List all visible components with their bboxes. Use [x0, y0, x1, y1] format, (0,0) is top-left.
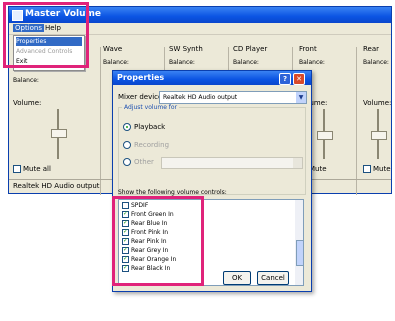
radio-playback[interactable]: Playback — [123, 123, 165, 131]
chevron-down-icon[interactable]: ▼ — [296, 92, 306, 103]
master-volume-label: Volume: — [13, 99, 42, 107]
balance-label-rear: Balance: — [363, 59, 389, 66]
adjust-volume-label: Adjust volume for — [122, 104, 180, 111]
radio-recording[interactable]: Recording — [123, 141, 169, 149]
checkbox-icon — [363, 165, 371, 173]
rear-volume-label: Volume: — [363, 99, 392, 107]
radio-other-label: Other — [134, 158, 154, 166]
list-scrollbar[interactable] — [295, 200, 303, 285]
rear-mute-checkbox[interactable]: Mute — [363, 165, 391, 173]
rear-mute-label: Mute — [373, 165, 391, 173]
highlight-controls-list — [112, 196, 204, 286]
cancel-button[interactable]: Cancel — [257, 271, 289, 285]
chevron-down-icon — [293, 158, 302, 168]
adjust-volume-group — [118, 107, 306, 195]
mute-all-checkbox[interactable]: Mute all — [13, 165, 51, 173]
column-sw-synth: SW Synth — [169, 45, 203, 53]
master-volume-thumb[interactable] — [51, 129, 67, 138]
column-front: Front — [299, 45, 317, 53]
front-volume-thumb[interactable] — [317, 131, 333, 140]
mixer-device-value: Realtek HD Audio output — [163, 94, 238, 101]
balance-label-wave: Balance: — [103, 59, 129, 66]
other-device-select — [161, 157, 303, 169]
rear-volume-thumb[interactable] — [371, 131, 387, 140]
status-text: Realtek HD Audio output — [13, 182, 100, 190]
master-balance-label: Balance: — [13, 77, 39, 84]
mute-all-label: Mute all — [23, 165, 51, 173]
column-rear: Rear — [363, 45, 380, 53]
close-button[interactable]: ✕ — [293, 73, 305, 85]
radio-icon — [123, 158, 131, 166]
dialog-title-bar[interactable]: Properties ? ✕ — [113, 71, 311, 85]
radio-playback-label: Playback — [134, 123, 166, 131]
dialog-title: Properties — [117, 73, 165, 82]
mixer-device-label: Mixer device: — [118, 93, 165, 101]
show-controls-label: Show the following volume controls: — [118, 189, 227, 196]
radio-recording-label: Recording — [134, 141, 170, 149]
scrollbar-thumb[interactable] — [296, 240, 303, 266]
balance-label-front: Balance: — [299, 59, 325, 66]
radio-selected-icon — [123, 123, 131, 131]
balance-label-sw-synth: Balance: — [169, 59, 195, 66]
highlight-options-menu — [3, 2, 89, 68]
checkbox-icon — [13, 165, 21, 173]
divider — [356, 47, 357, 195]
column-wave: Wave — [103, 45, 123, 53]
mixer-device-select[interactable]: Realtek HD Audio output ▼ — [159, 91, 307, 104]
balance-label-cd-player: Balance: — [233, 59, 259, 66]
column-cd-player: CD Player — [233, 45, 268, 53]
help-button[interactable]: ? — [279, 73, 291, 85]
radio-other[interactable]: Other — [123, 158, 154, 166]
divider — [100, 47, 101, 195]
radio-icon — [123, 141, 131, 149]
ok-button[interactable]: OK — [223, 271, 251, 285]
